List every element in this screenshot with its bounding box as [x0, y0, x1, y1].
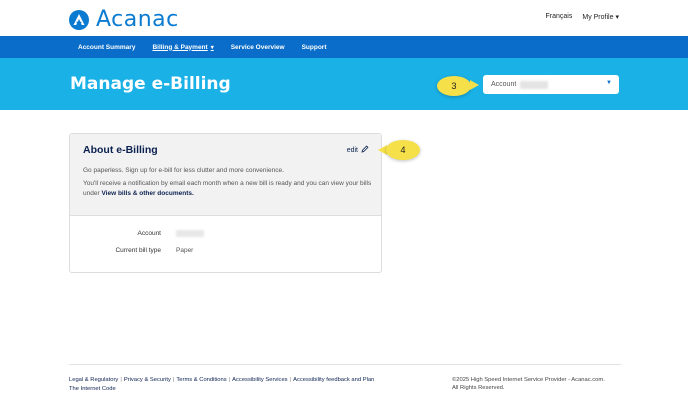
redacted-account-value	[176, 230, 204, 239]
my-profile-label: My Profile	[582, 13, 614, 21]
my-profile-menu[interactable]: My Profile ▾	[582, 13, 619, 22]
footer-link[interactable]: Accessibility feedback and Plan	[293, 377, 374, 383]
logo-icon	[69, 9, 89, 30]
detail-value: Paper	[176, 247, 194, 254]
main-nav: Account Summary Billing & Payment ▾ Serv…	[0, 36, 688, 58]
nav-item-billing-label: Billing & Payment	[152, 43, 208, 51]
detail-label: Account	[137, 230, 162, 237]
detail-label: Current bill type	[115, 247, 161, 254]
brand-name: Acanac	[96, 7, 179, 32]
footer-link[interactable]: The Internet Code	[69, 386, 116, 392]
chevron-down-icon: ▼	[606, 80, 612, 86]
chevron-down-icon: ▾	[210, 44, 214, 51]
copyright-line: All Rights Reserved.	[452, 385, 505, 391]
pencil-icon	[361, 145, 369, 155]
page-title: Manage e-Billing	[70, 74, 231, 94]
callout-number: 4	[400, 145, 406, 155]
brand-logo[interactable]: Acanac	[69, 7, 179, 32]
callout-badge-4: 4	[386, 140, 420, 160]
footer-link[interactable]: Terms & Conditions	[176, 377, 226, 383]
edit-label: edit	[346, 146, 358, 154]
edit-link[interactable]: edit	[347, 145, 369, 155]
about-ebilling-card: About e-Billing edit Go paperless. Sign …	[69, 133, 382, 273]
nav-item-account-summary[interactable]: Account Summary	[78, 44, 135, 51]
language-link[interactable]: Français	[546, 13, 573, 21]
card-title: About e-Billing	[83, 144, 158, 156]
card-intro-text: Go paperless. Sign up for e-bill for les…	[83, 167, 284, 174]
callout-number: 3	[451, 81, 457, 91]
card-notification-text: You'll receive a notification by email e…	[83, 179, 373, 199]
footer-link[interactable]: Legal & Regulatory	[69, 377, 118, 383]
card-header-section: About e-Billing edit Go paperless. Sign …	[70, 134, 381, 216]
footer-divider	[69, 364, 621, 365]
nav-item-support[interactable]: Support	[302, 44, 327, 51]
detail-row-bill-type: Current bill type Paper	[70, 247, 381, 259]
redacted-account-number	[520, 80, 549, 89]
account-select-dropdown[interactable]: Account ▼	[483, 75, 619, 94]
footer-copyright: ©2025 High Speed Internet Service Provid…	[452, 376, 622, 392]
top-header: Acanac Français My Profile ▾	[0, 0, 688, 36]
top-utility-links: Français My Profile ▾	[546, 13, 619, 21]
footer-link[interactable]: Accessibility Services	[232, 377, 287, 383]
footer-link[interactable]: Privacy & Security	[124, 377, 171, 383]
callout-arrow-3	[470, 80, 479, 90]
footer-links: Legal & Regulatory | Privacy & Security | Te…	[69, 377, 375, 392]
copyright-line: ©2025 High Speed Internet Service Provid…	[452, 377, 605, 383]
chevron-down-icon: ▾	[615, 14, 619, 21]
view-bills-link[interactable]: View bills & other documents.	[101, 190, 193, 197]
nav-item-service-overview[interactable]: Service Overview	[231, 44, 285, 51]
callout-badge-3: 3	[437, 76, 471, 96]
account-select-label: Account	[491, 81, 517, 88]
detail-row-account: Account	[70, 230, 381, 242]
nav-item-billing-payment[interactable]: Billing & Payment ▾	[152, 44, 213, 51]
